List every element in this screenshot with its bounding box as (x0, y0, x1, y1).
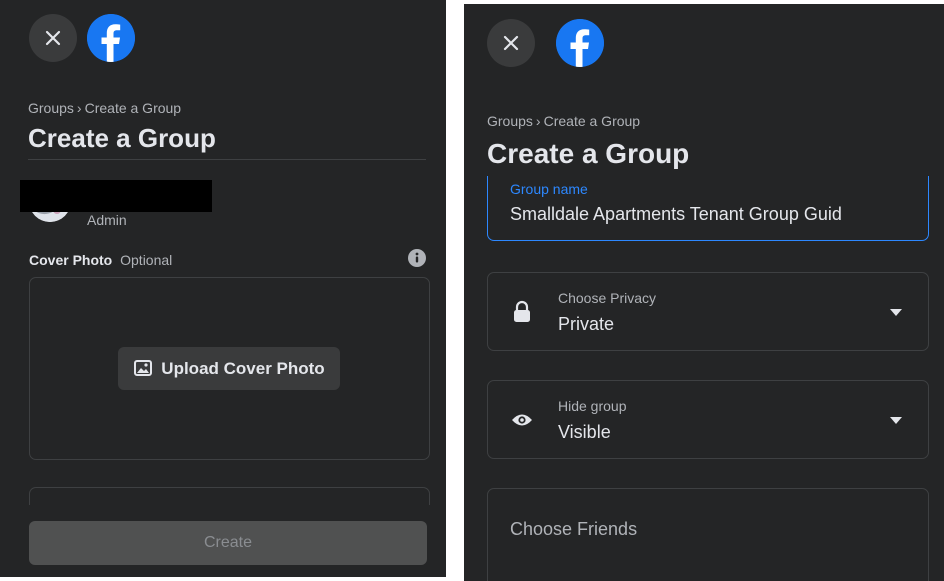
close-button[interactable] (29, 14, 77, 62)
choose-privacy-label: Choose Privacy (558, 290, 657, 306)
create-button[interactable]: Create (29, 521, 427, 565)
facebook-logo[interactable] (87, 14, 135, 62)
page-title: Create a Group (487, 138, 690, 169)
choose-friends-placeholder: Choose Friends (510, 519, 638, 539)
facebook-logo-icon (87, 14, 135, 62)
breadcrumb: Groups › Create a Group (28, 100, 181, 116)
facebook-logo-icon (556, 19, 604, 67)
upload-cover-photo-button[interactable]: Upload Cover Photo (118, 347, 340, 390)
create-button-label: Create (203, 534, 253, 551)
admin-role-label: Admin (87, 212, 127, 228)
breadcrumb-separator: › (535, 113, 541, 129)
create-group-panel-right: Groups › Create a Group Create a Group Gro… (464, 4, 944, 581)
close-icon (45, 30, 61, 46)
info-button[interactable] (408, 249, 426, 272)
choose-friends-field[interactable]: Choose Friends (487, 488, 929, 581)
caret-down-icon (890, 417, 902, 424)
page-title: Create a Group (28, 123, 216, 153)
breadcrumb-groups-link[interactable]: Groups (28, 100, 74, 116)
create-group-panel-left: Groups › Create a Group Create a Group Adm… (0, 0, 446, 577)
choose-privacy-value: Private (558, 314, 615, 334)
close-icon (503, 35, 519, 51)
cover-photo-heading: Cover Photo Optional (29, 252, 172, 268)
image-icon (134, 359, 153, 376)
breadcrumb-current: Create a Group (543, 113, 641, 129)
info-icon (408, 249, 426, 267)
hide-group-value: Visible (558, 422, 611, 442)
breadcrumb-separator: › (76, 100, 82, 116)
breadcrumb-groups-link[interactable]: Groups (487, 113, 533, 129)
hide-group-select[interactable]: Hide group Visible (487, 380, 929, 459)
breadcrumb: Groups › Create a Group (487, 113, 640, 129)
breadcrumb-current: Create a Group (84, 100, 182, 116)
group-name-input[interactable]: Smalldale Apartments Tenant Group Guid (510, 204, 928, 225)
header-divider (28, 159, 426, 160)
redacted-user-name (20, 180, 212, 212)
caret-down-icon (890, 309, 902, 316)
cover-photo-optional: Optional (120, 252, 173, 268)
upload-cover-photo-label: Upload Cover Photo (161, 358, 325, 378)
hide-group-label: Hide group (558, 398, 627, 414)
group-name-label: Group name (510, 181, 588, 197)
lock-icon (514, 300, 530, 322)
close-button[interactable] (487, 19, 535, 67)
facebook-logo[interactable] (556, 19, 604, 67)
cover-photo-label: Cover Photo (29, 252, 113, 268)
group-name-field[interactable]: Group name Smalldale Apartments Tenant G… (487, 176, 929, 241)
choose-privacy-select[interactable]: Choose Privacy Private (487, 272, 929, 351)
eye-icon (512, 414, 532, 426)
